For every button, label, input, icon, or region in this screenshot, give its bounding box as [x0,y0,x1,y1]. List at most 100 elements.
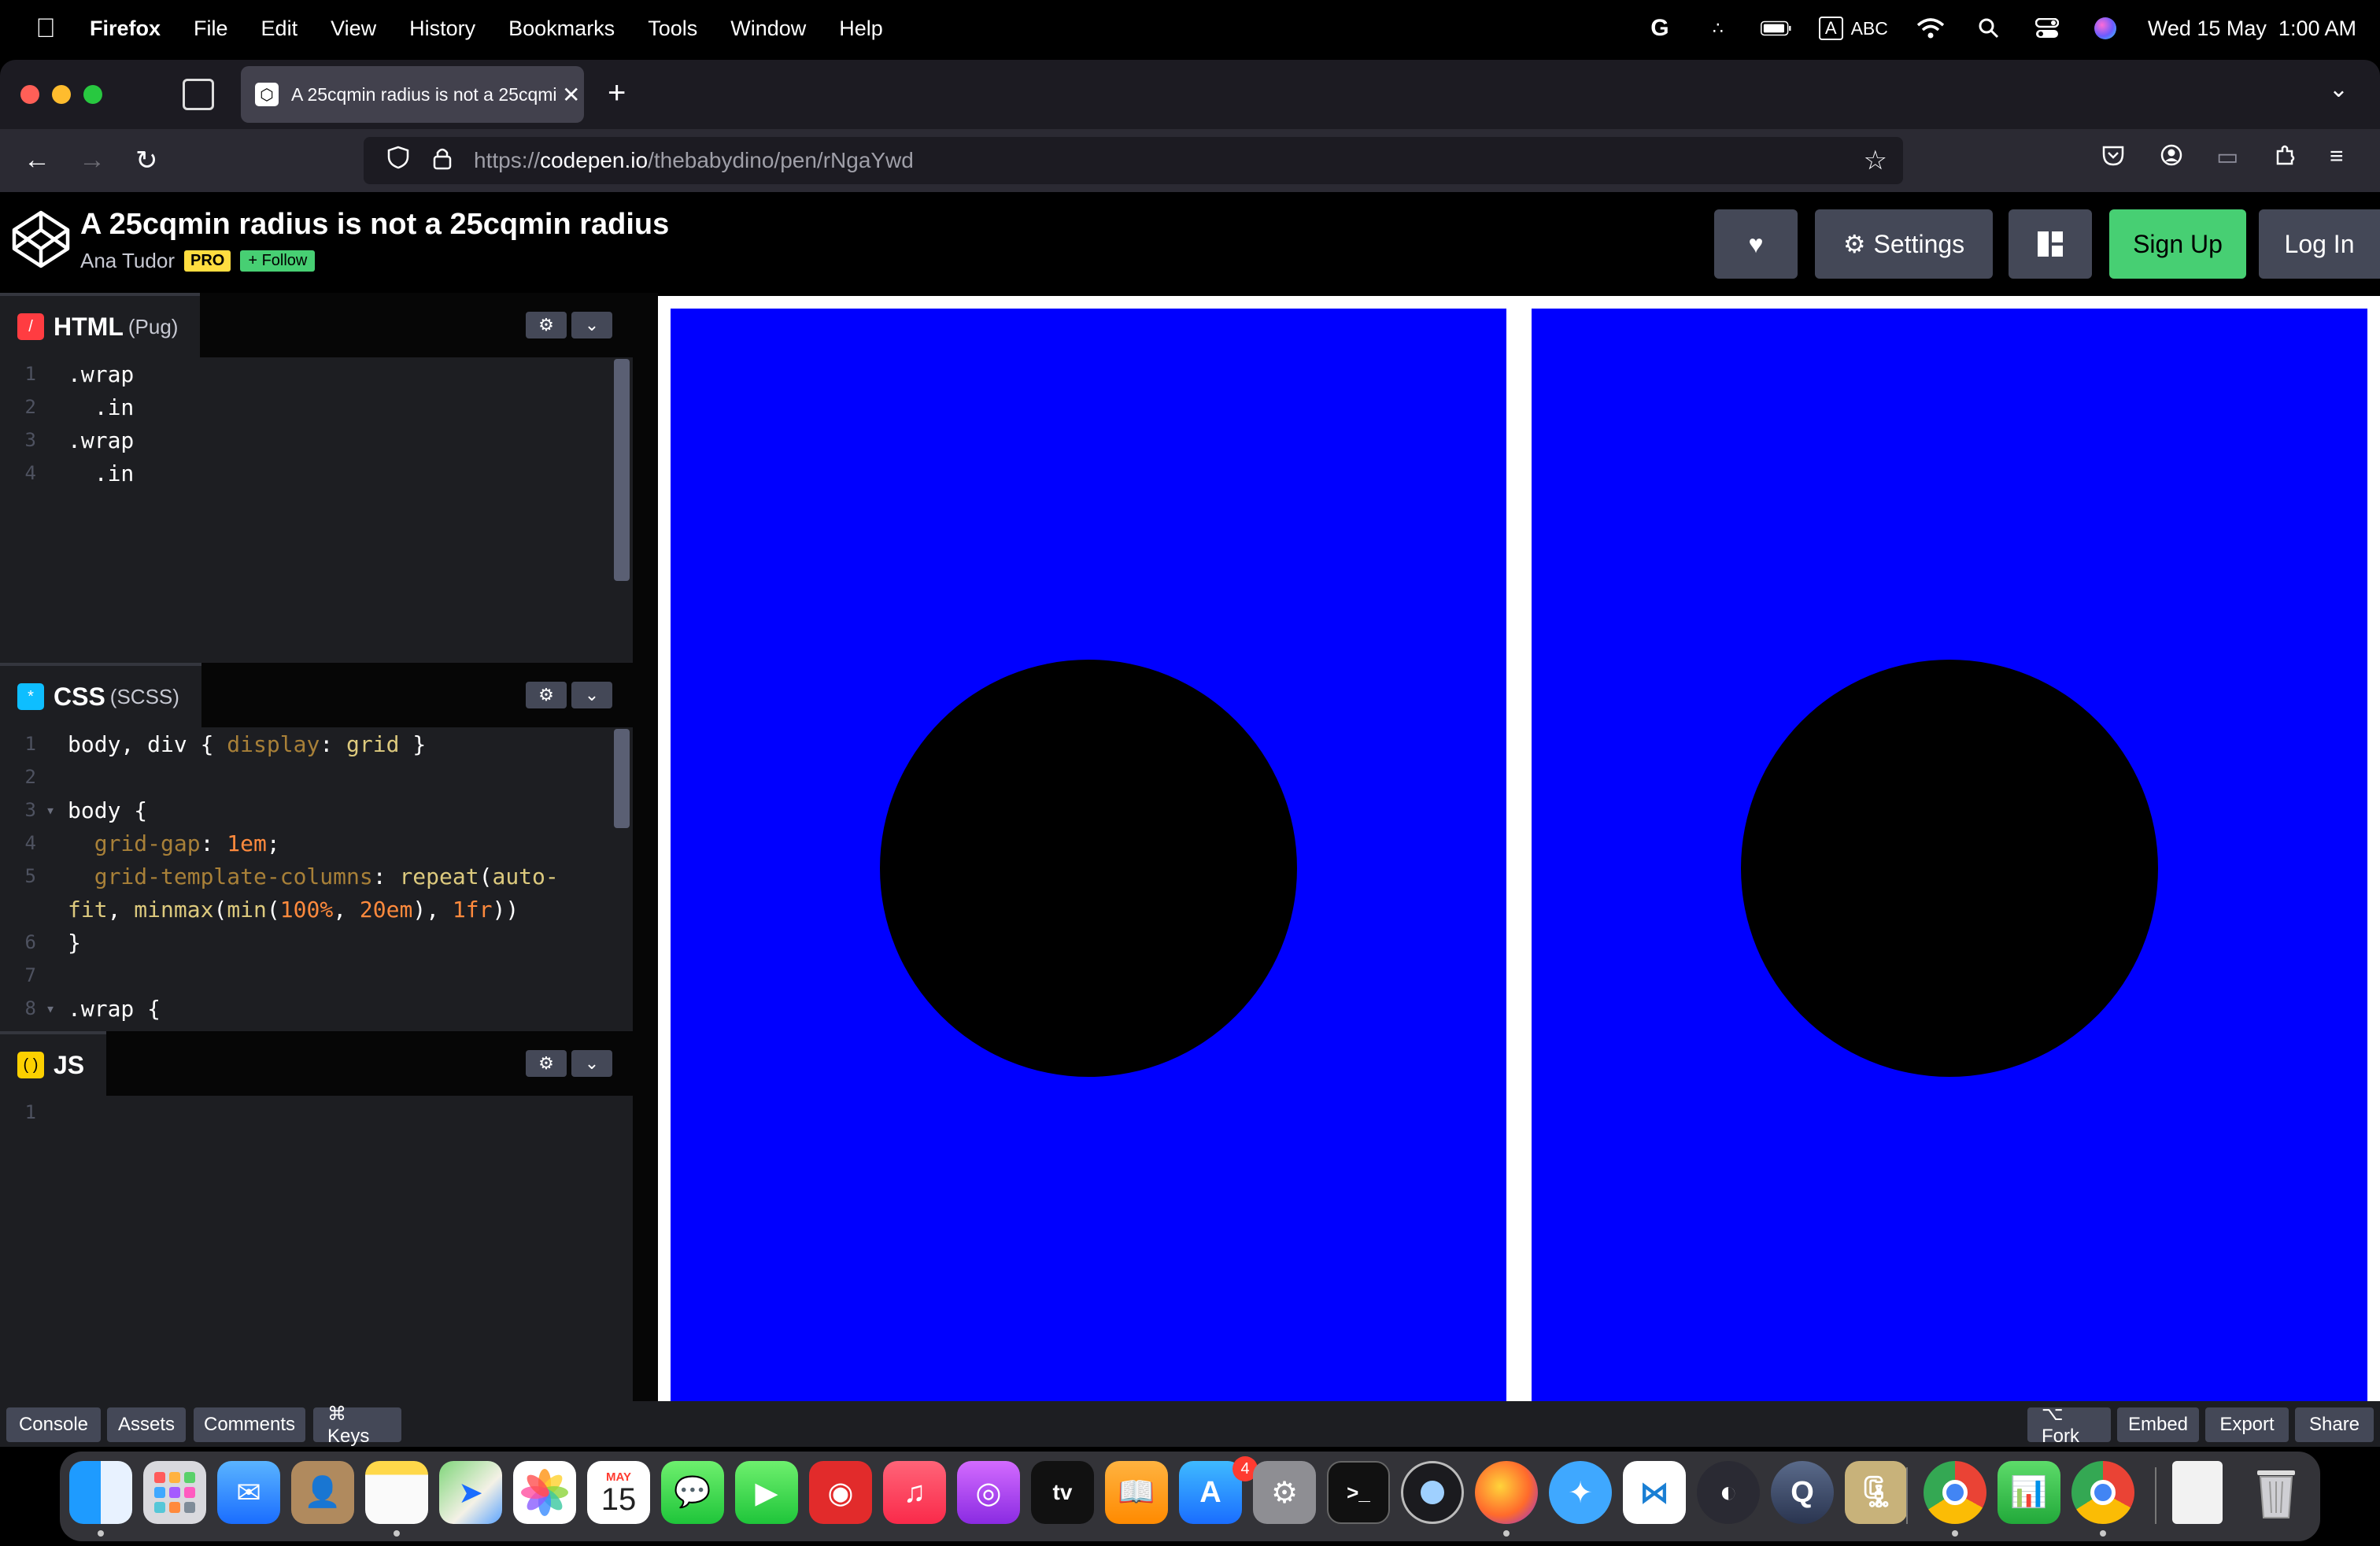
close-tab-icon[interactable]: ✕ [562,82,580,108]
js-code[interactable]: 1 [0,1096,633,1129]
comments-button[interactable]: Comments [194,1407,305,1442]
terminal-icon[interactable]: >_ [1327,1461,1390,1524]
tracking-protection-shield-icon[interactable] [387,146,419,176]
export-button[interactable]: Export [2205,1407,2289,1442]
chrome-document-icon[interactable] [2172,1461,2223,1524]
podcasts-icon[interactable]: ◎ [957,1461,1020,1524]
js-collapse-chevron-icon[interactable]: ⌄ [571,1050,612,1077]
forward-arrow-icon[interactable]: → [79,145,105,176]
embed-button[interactable]: Embed [2117,1407,2199,1442]
input-source[interactable]: A ABC [1818,17,1888,40]
menu-help[interactable]: Help [839,17,883,41]
dots-icon[interactable]: ∴ [1702,13,1734,44]
firefox-icon[interactable] [1475,1461,1538,1524]
menu-view[interactable]: View [331,17,376,41]
pocket-icon[interactable] [2101,143,2125,173]
calendar-icon[interactable]: MAY 15 [587,1461,650,1524]
wifi-icon[interactable] [1915,13,1946,44]
app-menu-hamburger-icon[interactable]: ≡ [2330,143,2344,170]
css-settings-gear-icon[interactable]: ⚙ [526,682,567,708]
list-all-tabs-chevron-icon[interactable]: ⌄ [2329,76,2349,103]
reload-icon[interactable]: ↻ [135,145,158,176]
fork-button[interactable]: ⌥ Fork [2027,1404,2111,1447]
zoom-window-button[interactable] [83,85,102,104]
share-button[interactable]: Share [2295,1407,2374,1442]
codepen-logo-icon[interactable] [11,209,71,269]
settings-button[interactable]: ⚙ Settings [1815,209,1993,279]
safari-icon[interactable]: ✦ [1549,1461,1612,1524]
books-icon[interactable]: 📖 [1105,1461,1168,1524]
js-settings-gear-icon[interactable]: ⚙ [526,1050,567,1077]
assets-button[interactable]: Assets [107,1407,186,1442]
url-bar[interactable]: https://codepen.io/thebabydino/pen/rNgaY… [364,137,1903,184]
lock-icon[interactable] [433,146,464,176]
css-editor-tab[interactable]: * CSS (SCSS) [0,663,201,727]
obs-icon[interactable]: ◐ [1697,1461,1760,1524]
menu-app-firefox[interactable]: Firefox [90,17,161,41]
html-settings-gear-icon[interactable]: ⚙ [526,312,567,338]
chrome-dev-icon[interactable] [1924,1461,1986,1524]
html-collapse-chevron-icon[interactable]: ⌄ [571,312,612,338]
system-settings-icon[interactable]: ⚙ [1253,1461,1316,1524]
control-center-icon[interactable] [2031,13,2063,44]
url-text[interactable]: https://codepen.io/thebabydino/pen/rNgaY… [474,148,914,173]
bookmark-star-icon[interactable]: ☆ [1864,145,1887,176]
browser-tab-active[interactable]: ⬡ A 25cqmin radius is not a 25cqmin radi… [241,66,584,123]
trash-icon[interactable] [2245,1461,2308,1524]
account-icon[interactable] [2160,143,2183,173]
archive-utility-icon[interactable]: 🗜 [1845,1461,1908,1524]
menu-history[interactable]: History [409,17,475,41]
vscode-icon[interactable]: ⋈ [1623,1461,1686,1524]
css-code[interactable]: 1 body, div { display: grid } 2 3 ▾ body { … [0,727,633,1025]
html-editor-tab[interactable]: / HTML (Pug) [0,293,201,357]
maps-icon[interactable]: ➤ [439,1461,502,1524]
siri-icon[interactable] [2090,13,2121,44]
facetime-icon[interactable]: ▶ [735,1461,798,1524]
log-in-button[interactable]: Log In [2259,209,2380,279]
extensions-icon[interactable] [2273,143,2297,173]
keys-button[interactable]: ⌘ Keys [313,1404,401,1447]
screen-recorder-icon[interactable] [1401,1461,1464,1524]
menu-bookmarks[interactable]: Bookmarks [508,17,615,41]
back-arrow-icon[interactable]: ← [24,145,50,176]
pro-badge[interactable]: PRO [183,250,231,272]
numbers-icon[interactable]: 📊 [1998,1461,2060,1524]
mail-icon[interactable]: ✉ [217,1461,280,1524]
change-view-button[interactable] [2009,209,2092,279]
sign-up-button[interactable]: Sign Up [2109,209,2246,279]
finder-icon[interactable] [69,1461,132,1524]
music-icon[interactable]: ♫ [883,1461,946,1524]
launchpad-icon[interactable] [143,1461,206,1524]
contacts-icon[interactable]: 👤 [291,1461,354,1524]
quicktime-icon[interactable]: Q [1771,1461,1834,1524]
notes-icon[interactable] [365,1461,428,1524]
console-button[interactable]: Console [6,1407,101,1442]
html-code[interactable]: 1 .wrap 2 .in 3 .wrap 4 .in [0,357,633,490]
menu-window[interactable]: Window [730,17,806,41]
minimize-window-button[interactable] [52,85,71,104]
html-editor-scrollbar[interactable] [614,359,630,581]
css-editor-scrollbar[interactable] [614,729,630,828]
css-collapse-chevron-icon[interactable]: ⌄ [571,682,612,708]
apple-tv-icon[interactable]: tv [1031,1461,1094,1524]
menu-tools[interactable]: Tools [648,17,697,41]
battery-icon[interactable] [1760,13,1792,44]
js-editor-tab[interactable]: ( ) JS [0,1031,107,1096]
picture-in-picture-icon[interactable]: ▭ [2216,143,2238,171]
menubar-clock[interactable]: Wed 15 May 1:00 AM [2148,17,2356,41]
firefox-view-icon[interactable] [183,79,214,110]
new-tab-icon[interactable]: + [608,76,626,111]
close-window-button[interactable] [20,85,39,104]
menu-edit[interactable]: Edit [261,17,298,41]
photo-booth-icon[interactable]: ◉ [809,1461,872,1524]
messages-icon[interactable]: 💬 [661,1461,724,1524]
chrome-icon[interactable] [2071,1461,2134,1524]
editor-preview-resizer[interactable] [633,293,658,1401]
spotlight-icon[interactable] [1973,13,2005,44]
photos-icon[interactable] [513,1461,576,1524]
apple-logo-icon[interactable]:  [22,13,69,44]
author-name[interactable]: Ana Tudor [80,249,175,273]
follow-button[interactable]: + Follow [240,250,316,272]
menu-file[interactable]: File [194,17,228,41]
love-button[interactable]: ♥ [1714,209,1798,279]
